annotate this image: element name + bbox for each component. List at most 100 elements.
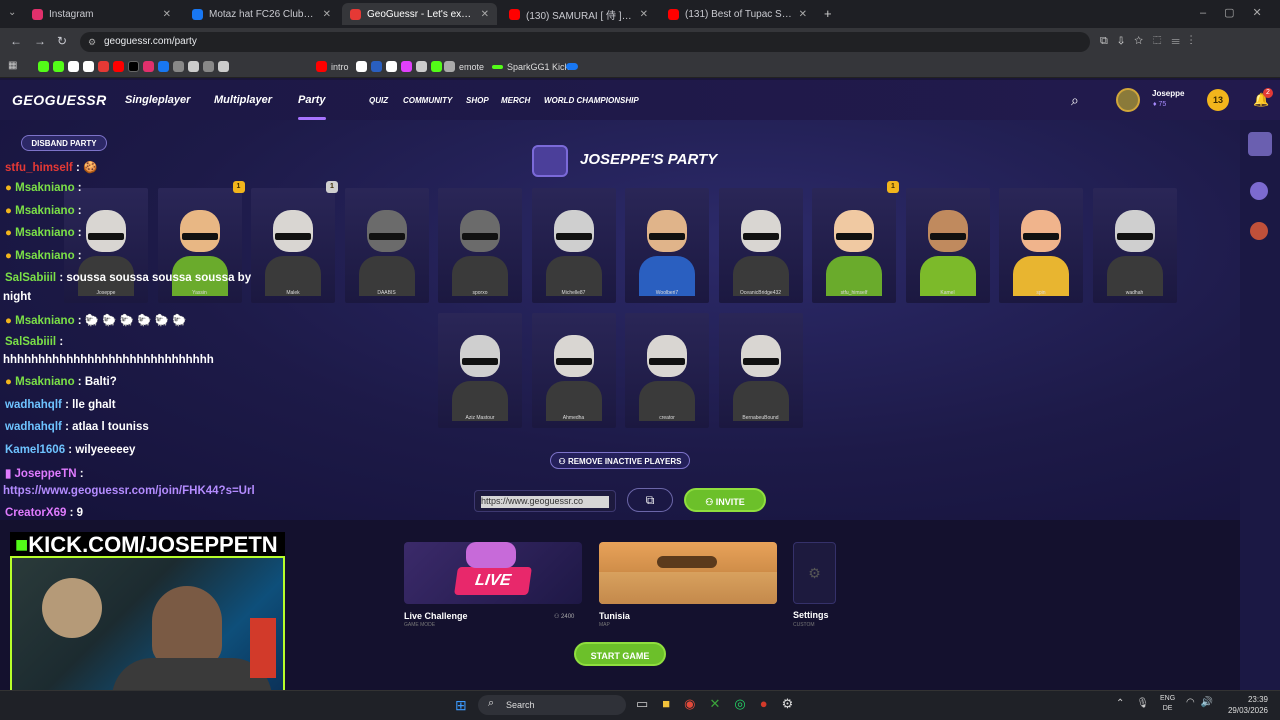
player-card[interactable]: Michelle87 bbox=[531, 188, 616, 303]
close-icon[interactable]: ✕ bbox=[799, 9, 807, 20]
nav-community[interactable]: COMMUNITY bbox=[403, 96, 452, 105]
invite-button[interactable]: ⚇ INVITE bbox=[684, 488, 766, 512]
copy-icon[interactable]: ⧉ bbox=[627, 488, 673, 512]
chat-username[interactable]: wadhahqlf bbox=[5, 421, 62, 433]
bookmark-meta[interactable] bbox=[566, 59, 578, 74]
player-card[interactable]: creator bbox=[625, 313, 709, 428]
disband-party-button[interactable]: DISBAND PARTY bbox=[21, 135, 107, 151]
friend-avatar[interactable] bbox=[1250, 182, 1268, 200]
bookmark-kick[interactable]: SparkGG1 Kick bbox=[492, 59, 569, 74]
chat-username[interactable]: Msakniano bbox=[15, 205, 74, 217]
folder-icon[interactable]: ■ bbox=[662, 696, 670, 712]
close-icon[interactable]: ✕ bbox=[640, 9, 648, 20]
browser-tab[interactable]: (130) SAMURAI [ 侍 ] Japan ✕ bbox=[501, 3, 656, 25]
url-input[interactable]: geoguessr.com/party bbox=[80, 32, 1090, 52]
windows-start-icon[interactable]: ⊞ bbox=[455, 697, 467, 714]
nav-singleplayer[interactable]: Singleplayer bbox=[125, 94, 190, 106]
close-icon[interactable]: ✕ bbox=[481, 9, 489, 20]
chat-username[interactable]: CreatorX69 bbox=[5, 507, 66, 519]
apps-icon[interactable]: ▦ bbox=[8, 60, 17, 71]
browser-tab[interactable]: (131) Best of Tupac Shakur ✕ bbox=[660, 3, 815, 25]
language-indicator[interactable]: ENG DE bbox=[1160, 694, 1175, 714]
tab-search-icon[interactable]: ⌄ bbox=[8, 7, 16, 18]
chat-username[interactable]: Msakniano bbox=[15, 182, 74, 194]
new-tab-button[interactable]: + bbox=[824, 6, 832, 21]
avatar[interactable] bbox=[1116, 88, 1140, 112]
player-card[interactable]: DAABIS bbox=[344, 188, 429, 303]
whatsapp-icon[interactable]: ◎ bbox=[734, 696, 745, 712]
browser-tab[interactable]: Instagram ✕ bbox=[24, 3, 179, 25]
tray-icons[interactable]: ⌃🎙 bbox=[1116, 698, 1161, 709]
taskbar-apps[interactable]: ▭ ■ ◉ ✕ ◎ ● ⚙ bbox=[636, 696, 793, 712]
chat-username[interactable]: Msakniano bbox=[15, 250, 74, 262]
browser-tab[interactable]: Motaz hat FC26 Clubs 🔮 eine ✕ bbox=[184, 3, 339, 25]
nav-multiplayer[interactable]: Multiplayer bbox=[214, 94, 272, 106]
settings-card[interactable]: ⚙ bbox=[793, 542, 836, 604]
nav-world-championship[interactable]: WORLD CHAMPIONSHIP bbox=[544, 96, 639, 105]
browser-tab[interactable]: GeoGuessr - Let's explore the w ✕ bbox=[342, 3, 497, 25]
forward-icon[interactable]: → bbox=[34, 34, 46, 48]
toolbar-icons[interactable]: ⧉⇩☆⬚☰⋮ bbox=[1100, 35, 1203, 48]
bookmark-icons-2[interactable] bbox=[356, 59, 442, 74]
characters-art bbox=[466, 542, 516, 568]
clock[interactable]: 23:39 29/03/2026 bbox=[1220, 694, 1268, 716]
player-card[interactable]: sporxo bbox=[438, 188, 522, 303]
wifi-volume-icons[interactable]: ◠🔊 bbox=[1186, 697, 1219, 708]
taskbar-search[interactable]: Search bbox=[478, 695, 626, 715]
tab-favicon-icon bbox=[509, 8, 520, 20]
player-card[interactable]: BernabeuBound bbox=[718, 313, 803, 428]
nav-merch[interactable]: MERCH bbox=[501, 96, 530, 105]
friend-avatar[interactable] bbox=[1248, 132, 1272, 156]
player-card[interactable]: spin bbox=[999, 188, 1083, 303]
app-icon[interactable]: ● bbox=[760, 696, 768, 712]
chat-username[interactable]: Kamel1606 bbox=[5, 444, 65, 456]
invite-link-field[interactable]: https://www.geoguessr.co bbox=[474, 490, 616, 512]
task-view-icon[interactable]: ▭ bbox=[636, 696, 648, 712]
close-icon[interactable]: ✕ bbox=[323, 9, 331, 20]
player-card[interactable]: OceanicBridge432 bbox=[718, 188, 803, 303]
chat-username[interactable]: JoseppeTN bbox=[15, 468, 77, 480]
tab-title: GeoGuessr - Let's explore the w bbox=[367, 8, 475, 20]
player-card[interactable]: Malek bbox=[251, 188, 335, 303]
bookmark-icons[interactable] bbox=[38, 59, 229, 74]
chat-username[interactable]: SalSabiiil bbox=[5, 272, 56, 284]
player-card[interactable]: Yassin bbox=[157, 188, 242, 303]
settings-icon[interactable]: ⚙ bbox=[782, 696, 794, 712]
bookmark-intro[interactable]: intro bbox=[316, 59, 349, 74]
remove-inactive-button[interactable]: ⚇ REMOVE INACTIVE PLAYERS bbox=[550, 452, 690, 469]
avatar-head bbox=[740, 335, 781, 377]
window-controls[interactable]: –▢✕ bbox=[1200, 6, 1280, 19]
player-card[interactable]: Aziz Mastour bbox=[438, 313, 522, 428]
player-card[interactable]: Woolberi7 bbox=[625, 188, 709, 303]
chrome-icon[interactable]: ◉ bbox=[684, 696, 695, 712]
chat-username[interactable]: Msakniano bbox=[15, 315, 74, 327]
search-icon[interactable]: ⌕ bbox=[1071, 92, 1079, 109]
chat-username[interactable]: wadhahqlf bbox=[5, 399, 62, 411]
map-card[interactable] bbox=[599, 542, 777, 604]
start-game-button[interactable]: START GAME bbox=[574, 642, 666, 666]
player-name: wadhah bbox=[1125, 290, 1144, 296]
friend-avatar[interactable] bbox=[1250, 222, 1268, 240]
geoguessr-logo[interactable]: GEOGUESSR bbox=[12, 92, 107, 108]
chat-username[interactable]: Msakniano bbox=[15, 227, 74, 239]
chat-username[interactable]: Msakniano bbox=[15, 376, 74, 388]
close-icon[interactable]: ✕ bbox=[163, 9, 171, 20]
nav-quiz[interactable]: QUIZ bbox=[369, 96, 388, 105]
chat-username[interactable]: SalSabiiil bbox=[5, 336, 56, 348]
user-name[interactable]: Joseppe bbox=[1152, 89, 1184, 98]
player-card[interactable]: Kamel bbox=[905, 188, 990, 303]
user-level-badge[interactable]: 13 bbox=[1207, 89, 1229, 111]
bookmark-emote[interactable]: emote bbox=[444, 59, 484, 74]
nav-party[interactable]: Party bbox=[298, 94, 326, 106]
player-card[interactable]: stfu_himself bbox=[812, 188, 896, 303]
game-mode-card[interactable]: LIVE bbox=[404, 542, 582, 604]
player-card[interactable]: wadhah bbox=[1092, 188, 1177, 303]
xbox-icon[interactable]: ✕ bbox=[710, 696, 721, 712]
player-card[interactable]: Ahmedha bbox=[531, 313, 616, 428]
site-info-icon[interactable]: ⚙ bbox=[88, 37, 96, 48]
nav-shop[interactable]: SHOP bbox=[466, 96, 489, 105]
back-icon[interactable]: ← bbox=[10, 34, 22, 48]
chat-username[interactable]: stfu_himself bbox=[5, 162, 73, 174]
map-title: Tunisia bbox=[599, 611, 630, 621]
reload-icon[interactable]: ↻ bbox=[57, 34, 67, 48]
